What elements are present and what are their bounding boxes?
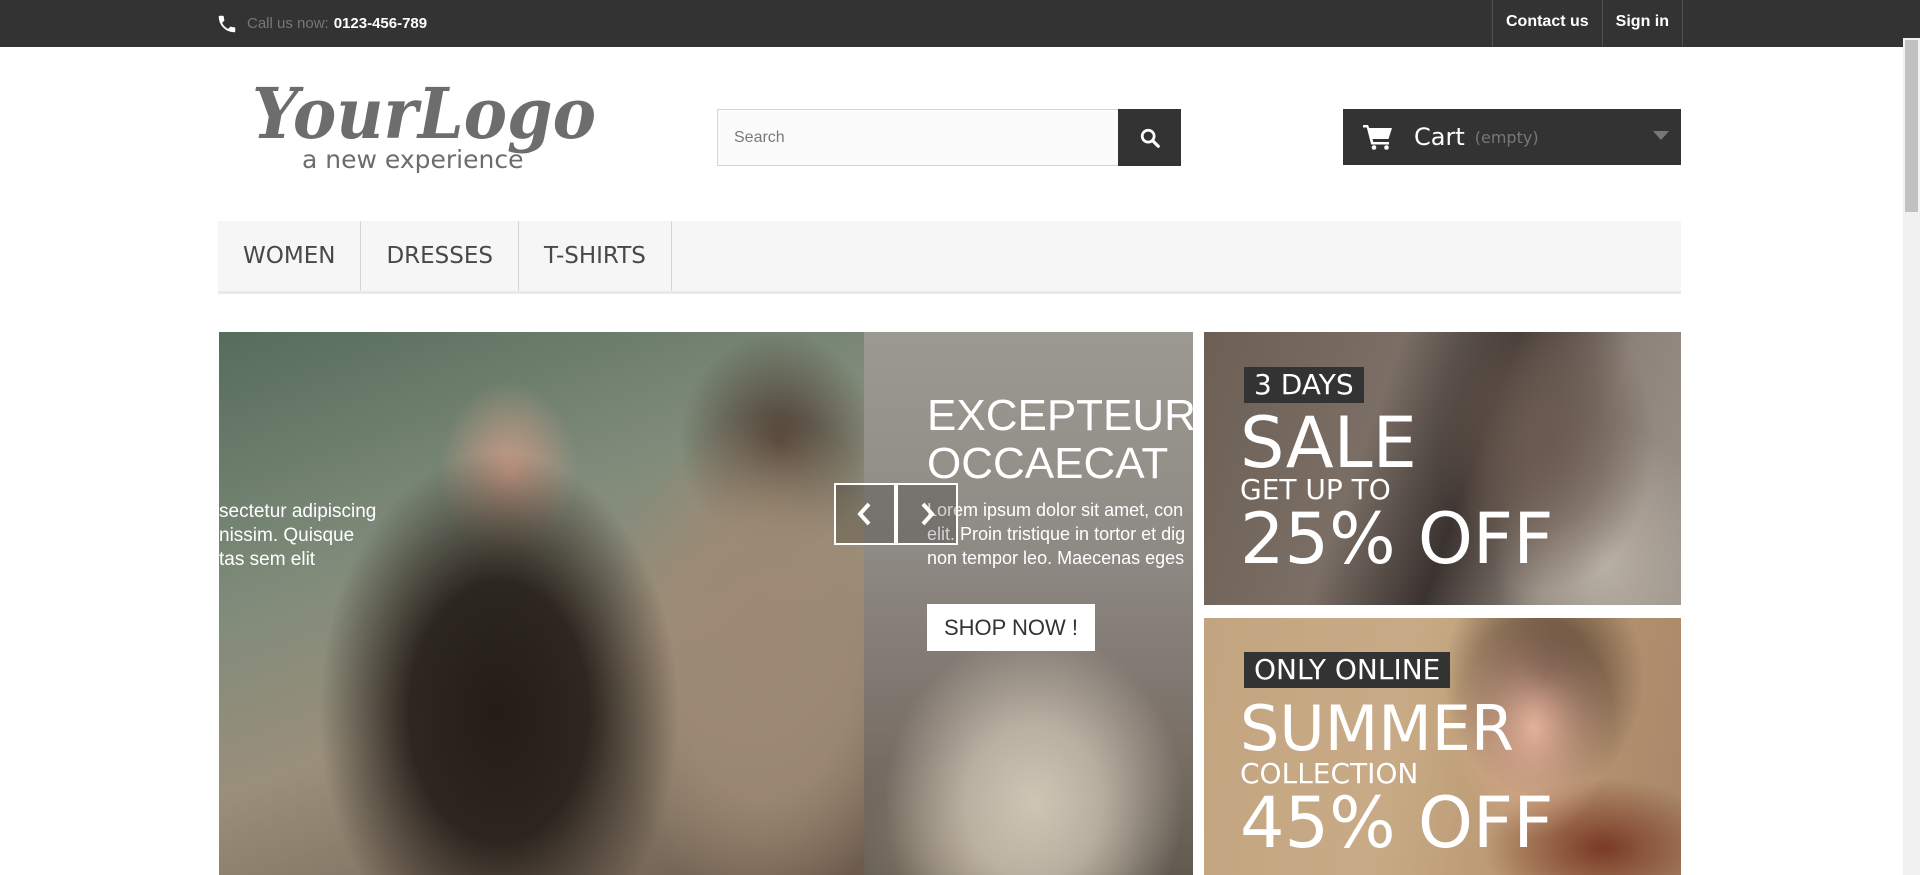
search-button[interactable]	[1118, 109, 1181, 166]
chevron-down-icon	[1653, 131, 1669, 140]
top-links: Contact us Sign in	[1492, 0, 1683, 47]
slider-prev-button[interactable]	[834, 483, 896, 545]
banner-headline: SALE	[1240, 402, 1417, 484]
search-bar	[717, 109, 1181, 166]
sign-in-link[interactable]: Sign in	[1601, 0, 1683, 47]
search-icon	[1140, 128, 1160, 148]
contact-us-link[interactable]: Contact us	[1492, 0, 1602, 47]
slide-partial-text: sectetur adipiscing nissim. Quisque tas …	[219, 501, 377, 570]
slider-next-button[interactable]	[896, 483, 958, 545]
phone-icon	[218, 15, 236, 32]
chevron-left-icon	[857, 502, 871, 526]
cart-block[interactable]: Cart (empty)	[1343, 109, 1681, 165]
main-menu: WOMEN DRESSES T-SHIRTS	[218, 221, 1681, 294]
search-input[interactable]	[718, 110, 1118, 165]
slide-caption: EXCEPTEUR OCCAECAT Lorem ipsum dolor sit…	[864, 332, 1193, 875]
shop-now-button[interactable]: SHOP NOW !	[927, 604, 1095, 651]
store-logo[interactable]: YourLogo a new experience	[248, 72, 604, 176]
slide-text: Lorem ipsum dolor sit amet, con elit. Pr…	[927, 500, 1186, 568]
logo-wordmark: YourLogo	[252, 76, 596, 155]
cart-title: Cart	[1414, 123, 1465, 151]
top-bar: Call us now: 0123-456-789 Contact us Sig…	[0, 0, 1920, 47]
logo-tagline: a new experience	[302, 145, 523, 174]
slide-title: EXCEPTEUR OCCAECAT	[927, 391, 1193, 488]
banner-discount: 25% OFF	[1240, 498, 1554, 580]
scrollbar-thumb[interactable]	[1905, 40, 1918, 212]
banner-discount: 45% OFF	[1240, 782, 1554, 864]
menu-item-dresses[interactable]: DRESSES	[361, 221, 519, 291]
cart-state: (empty)	[1474, 127, 1539, 147]
shopping-cart-icon	[1363, 125, 1392, 150]
promo-banner-summer[interactable]: ONLY ONLINE SUMMER COLLECTION 45% OFF	[1204, 618, 1681, 875]
phone-number: 0123-456-789	[333, 15, 428, 32]
banner-headline: SUMMER	[1240, 692, 1514, 765]
home-slider: sectetur adipiscing nissim. Quisque tas …	[219, 332, 1193, 875]
slide-image-couple: sectetur adipiscing nissim. Quisque tas …	[219, 332, 864, 875]
menu-item-women[interactable]: WOMEN	[218, 221, 362, 291]
promo-banner-sale[interactable]: 3 DAYS SALE GET UP TO 25% OFF	[1204, 332, 1681, 605]
menu-item-t-shirts[interactable]: T-SHIRTS	[519, 221, 672, 291]
chevron-right-icon	[921, 502, 935, 526]
banner-tag: 3 DAYS	[1244, 367, 1364, 403]
banner-tag: ONLY ONLINE	[1244, 652, 1451, 688]
phone-label: Call us now:	[247, 15, 329, 32]
phone-info: Call us now: 0123-456-789	[216, 0, 427, 47]
